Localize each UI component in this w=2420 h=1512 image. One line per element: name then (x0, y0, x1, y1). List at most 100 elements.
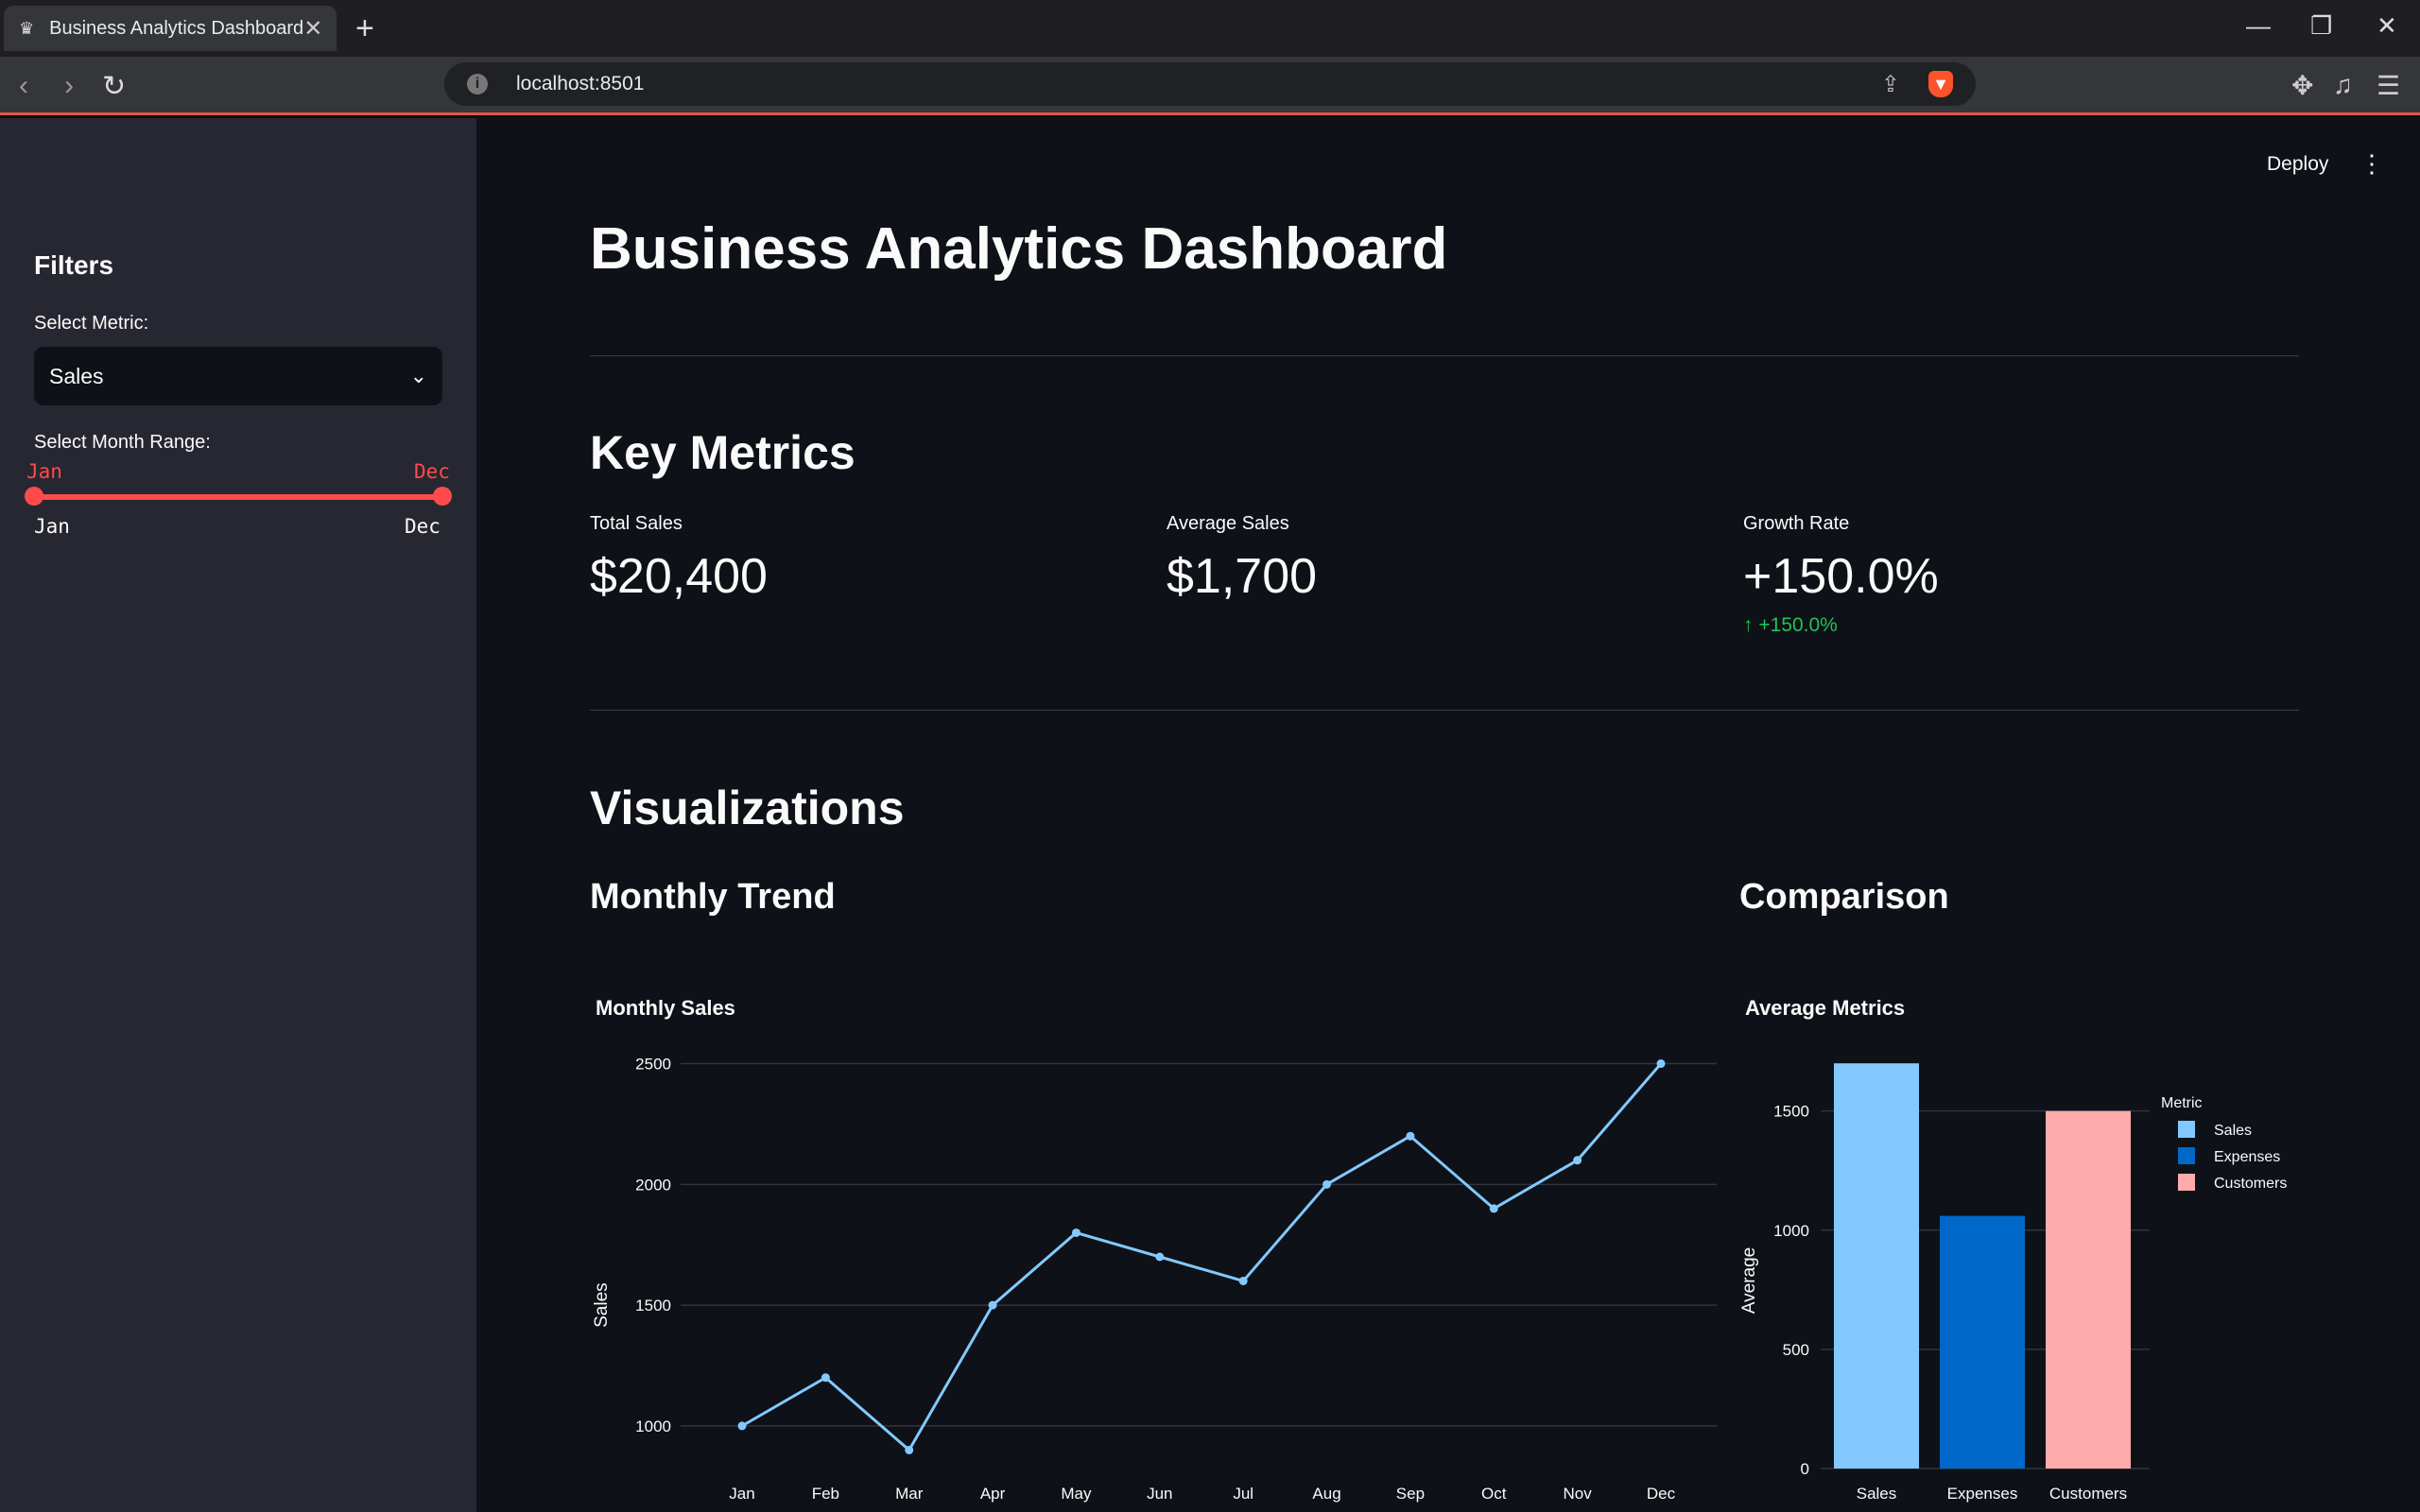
range-min-label: Jan (34, 515, 70, 538)
data-point (1071, 1228, 1080, 1237)
back-icon[interactable]: ‹ (19, 70, 28, 102)
x-tick-label: Jun (1147, 1485, 1172, 1503)
x-tick-label: Jul (1233, 1485, 1253, 1503)
series-line (741, 1062, 1663, 1452)
line-chart[interactable]: 1000 1500 2000 2500 Sales Jan Feb Mar Apr May Jun J… (586, 1040, 1720, 1512)
x-tick-label: Nov (1564, 1485, 1593, 1503)
line-chart-title: Monthly Sales (596, 996, 735, 1020)
restore-icon[interactable]: ❐ (2310, 11, 2332, 41)
x-tick-label: Expenses (1947, 1485, 2018, 1503)
data-point (821, 1373, 830, 1383)
minimize-icon[interactable]: — (2246, 11, 2271, 41)
data-point (1656, 1059, 1666, 1069)
metric-total-sales: Total Sales $20,400 (590, 513, 768, 605)
data-point (1489, 1204, 1498, 1213)
key-metrics-heading: Key Metrics (590, 426, 856, 479)
data-point (1573, 1156, 1582, 1165)
legend-swatch (2178, 1174, 2195, 1191)
url-text[interactable]: localhost:8501 (516, 73, 1881, 95)
menu-icon[interactable]: ☰ (2377, 70, 2400, 101)
bar (1940, 1215, 2025, 1469)
sidebar: Filters Select Metric: Sales ⌄ Select Mo… (0, 118, 476, 1512)
x-tick-label: Sep (1396, 1485, 1425, 1503)
data-point (1238, 1277, 1248, 1286)
y-tick-label: 500 (1783, 1341, 1809, 1359)
tab-title: Business Analytics Dashboard (49, 17, 304, 39)
y-tick-label: 1000 (635, 1418, 671, 1435)
close-tab-icon[interactable]: ✕ (303, 15, 322, 43)
new-tab-icon[interactable]: + (355, 11, 374, 45)
metric-growth-rate: Growth Rate +150.0% ↑ +150.0% (1743, 513, 1939, 637)
x-tick-label: Jan (729, 1485, 754, 1503)
forward-icon[interactable]: › (64, 70, 74, 102)
legend-label: Customers (2214, 1176, 2287, 1192)
range-max-label: Dec (405, 515, 441, 538)
legend-swatch (2178, 1121, 2195, 1138)
metric-average-sales: Average Sales $1,700 (1167, 513, 1317, 605)
select-metric-label: Select Metric: (34, 313, 149, 334)
x-tick-label: Sales (1857, 1485, 1897, 1503)
bar (1834, 1063, 1919, 1469)
bar-chart[interactable]: 0 500 1000 1500 Average Sales Expenses Customer… (1736, 1040, 2307, 1512)
bar-chart-title: Average Metrics (1745, 996, 1906, 1020)
bar (2046, 1110, 2131, 1469)
x-tick-label: Mar (895, 1485, 924, 1503)
divider (590, 355, 2299, 356)
y-axis-label: Average (1739, 1247, 1759, 1314)
range-start-value: Jan (26, 460, 62, 483)
visualizations-heading: Visualizations (590, 782, 905, 834)
comparison-heading: Comparison (1739, 877, 1949, 917)
data-point (1406, 1131, 1415, 1141)
x-tick-label: Aug (1312, 1485, 1340, 1503)
page-title: Business Analytics Dashboard (590, 216, 1448, 282)
y-tick-label: 1500 (1773, 1103, 1809, 1121)
legend-label: Sales (2214, 1123, 2252, 1139)
share-icon[interactable]: ⇪ (1881, 71, 1900, 98)
x-tick-label: May (1061, 1485, 1092, 1503)
range-end-handle[interactable] (433, 487, 452, 506)
metric-value: +150.0% (1743, 549, 1939, 604)
metric-label: Growth Rate (1743, 513, 1850, 534)
browser-tab[interactable]: ♛ Business Analytics Dashboard ✕ (4, 6, 337, 51)
streamlit-favicon-icon: ♛ (19, 19, 35, 38)
x-tick-label: Oct (1481, 1485, 1507, 1503)
x-tick-label: Feb (812, 1485, 839, 1503)
data-point (1322, 1179, 1332, 1189)
data-point (737, 1421, 747, 1431)
chevron-down-icon: ⌄ (409, 364, 427, 387)
legend-label: Expenses (2214, 1149, 2280, 1165)
x-tick-label: Dec (1647, 1485, 1676, 1503)
media-icon[interactable]: ♫ (2333, 70, 2353, 100)
y-tick-label: 2500 (635, 1056, 671, 1074)
y-tick-label: 2000 (635, 1176, 671, 1194)
window-close-icon[interactable]: ✕ (2377, 11, 2397, 41)
metric-label: Average Sales (1167, 513, 1289, 534)
more-options-icon[interactable]: ⋮ (2360, 149, 2384, 179)
range-start-handle[interactable] (25, 487, 43, 506)
sidebar-title: Filters (34, 250, 114, 280)
metric-select-value: Sales (49, 363, 104, 388)
metric-label: Total Sales (590, 513, 683, 534)
deploy-button[interactable]: Deploy (2267, 153, 2328, 176)
month-range-label: Select Month Range: (34, 432, 211, 453)
browser-tab-bar: ♛ Business Analytics Dashboard ✕ + — ❐ ✕ (0, 0, 2420, 57)
legend-title: Metric (2161, 1095, 2203, 1111)
metric-delta: ↑ +150.0% (1743, 614, 1939, 637)
y-axis-label: Sales (592, 1282, 612, 1328)
y-tick-label: 0 (1801, 1460, 1809, 1478)
y-tick-label: 1000 (1773, 1222, 1809, 1240)
arrow-up-icon: ↑ (1743, 614, 1754, 636)
brave-shields-icon[interactable]: ▼ (1928, 71, 1953, 97)
address-bar[interactable]: i localhost:8501 ⇪ ▼ (444, 62, 1976, 106)
data-point (988, 1300, 997, 1310)
reload-icon[interactable]: ↻ (102, 70, 126, 103)
site-info-icon[interactable]: i (467, 74, 488, 94)
monthly-trend-heading: Monthly Trend (590, 877, 836, 917)
metric-value: $20,400 (590, 549, 768, 604)
metric-select[interactable]: Sales ⌄ (34, 347, 442, 405)
y-tick-label: 1500 (635, 1297, 671, 1314)
x-tick-label: Customers (2049, 1485, 2127, 1503)
divider (590, 710, 2299, 711)
extensions-icon[interactable]: ✥ (2291, 70, 2313, 101)
month-range-slider-track[interactable] (34, 494, 442, 500)
